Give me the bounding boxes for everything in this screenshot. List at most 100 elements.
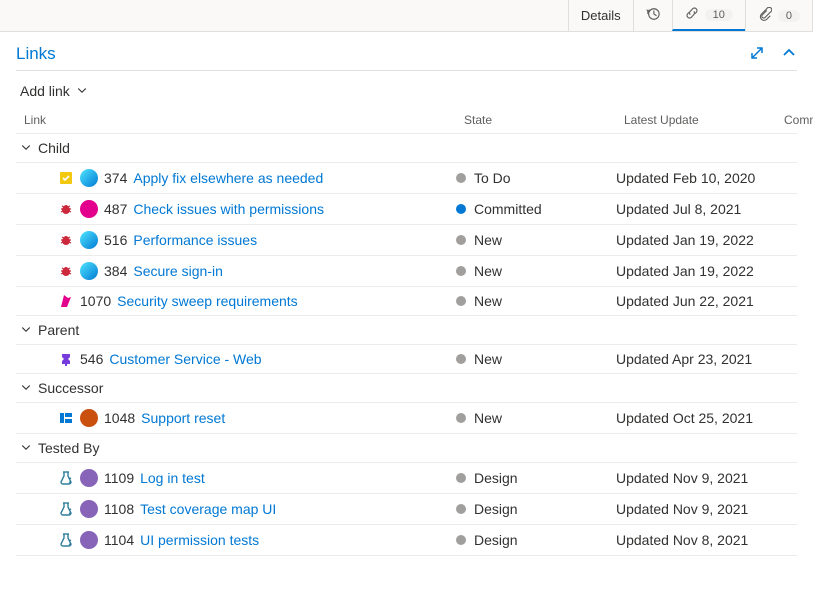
link-row[interactable]: 516 Performance issues New Updated Jan 1…	[16, 225, 797, 256]
test-icon	[58, 501, 74, 517]
link-row[interactable]: 1109 Log in test Design Updated Nov 9, 2…	[16, 463, 797, 494]
bug-icon	[58, 232, 74, 248]
avatar	[80, 169, 98, 187]
work-item-id: 1108	[104, 501, 134, 517]
state-cell: New	[456, 410, 616, 426]
group-name: Child	[38, 140, 70, 156]
group-name: Tested By	[38, 440, 99, 456]
state-cell: New	[456, 293, 616, 309]
work-item-title[interactable]: Check issues with permissions	[133, 201, 324, 217]
state-dot-icon	[456, 354, 466, 364]
link-row[interactable]: 384 Secure sign-in New Updated Jan 19, 2…	[16, 256, 797, 287]
link-row[interactable]: 1104 UI permission tests Design Updated …	[16, 525, 797, 556]
link-cell: 1104 UI permission tests	[16, 531, 456, 549]
link-row[interactable]: 1108 Test coverage map UI Design Updated…	[16, 494, 797, 525]
work-item-title[interactable]: Test coverage map UI	[140, 501, 276, 517]
state-label: New	[474, 351, 502, 367]
link-row[interactable]: 1070 Security sweep requirements New Upd…	[16, 287, 797, 316]
update-cell: Updated Feb 10, 2020	[616, 170, 776, 186]
avatar	[80, 409, 98, 427]
group-header[interactable]: Successor	[16, 374, 797, 403]
requirement-icon	[58, 293, 74, 309]
expand-icon[interactable]	[749, 45, 765, 64]
tab-bar: Details 10 0	[0, 0, 813, 32]
link-cell: 1109 Log in test	[16, 469, 456, 487]
tab-history[interactable]	[633, 0, 672, 31]
state-label: Design	[474, 532, 518, 548]
group-header[interactable]: Parent	[16, 316, 797, 345]
tab-attachments[interactable]: 0	[745, 0, 813, 31]
group-name: Successor	[38, 380, 103, 396]
group-header[interactable]: Child	[16, 134, 797, 163]
group-name: Parent	[38, 322, 79, 338]
work-item-id: 487	[104, 201, 127, 217]
col-update: Latest Update	[624, 113, 784, 127]
state-dot-icon	[456, 296, 466, 306]
state-cell: New	[456, 263, 616, 279]
work-item-title[interactable]: Secure sign-in	[133, 263, 223, 279]
tab-details[interactable]: Details	[568, 0, 633, 31]
tab-links[interactable]: 10	[672, 0, 745, 31]
panel-actions	[749, 45, 797, 64]
add-link-button[interactable]: Add link	[20, 83, 88, 99]
work-item-title[interactable]: UI permission tests	[140, 532, 259, 548]
group-header[interactable]: Tested By	[16, 434, 797, 463]
test-icon	[58, 532, 74, 548]
avatar	[80, 231, 98, 249]
col-state: State	[464, 113, 624, 127]
update-cell: Updated Jan 19, 2022	[616, 263, 776, 279]
state-label: New	[474, 232, 502, 248]
bug-icon	[58, 263, 74, 279]
update-cell: Updated Jul 8, 2021	[616, 201, 776, 217]
work-item-title[interactable]: Security sweep requirements	[117, 293, 298, 309]
tab-details-label: Details	[581, 8, 621, 23]
col-link: Link	[24, 113, 464, 127]
link-icon	[685, 6, 699, 23]
update-cell: Updated Nov 9, 2021	[616, 470, 776, 486]
update-cell: Updated Jun 22, 2021	[616, 293, 776, 309]
epic-icon	[58, 351, 74, 367]
state-label: New	[474, 293, 502, 309]
state-dot-icon	[456, 413, 466, 423]
state-cell: Design	[456, 470, 616, 486]
chevron-down-icon	[76, 83, 88, 99]
link-cell: 1108 Test coverage map UI	[16, 500, 456, 518]
work-item-id: 546	[80, 351, 103, 367]
link-cell: 487 Check issues with permissions	[16, 200, 456, 218]
link-row[interactable]: 487 Check issues with permissions Commit…	[16, 194, 797, 225]
state-label: To Do	[474, 170, 511, 186]
work-item-title[interactable]: Support reset	[141, 410, 225, 426]
update-cell: Updated Oct 25, 2021	[616, 410, 776, 426]
state-cell: Committed	[456, 201, 616, 217]
attachments-count: 0	[778, 10, 800, 22]
work-item-id: 1070	[80, 293, 111, 309]
bug-icon	[58, 201, 74, 217]
link-row[interactable]: 546 Customer Service - Web New Updated A…	[16, 345, 797, 374]
link-cell: 546 Customer Service - Web	[16, 351, 456, 367]
test-icon	[58, 470, 74, 486]
state-cell: New	[456, 351, 616, 367]
work-item-title[interactable]: Customer Service - Web	[109, 351, 261, 367]
link-cell: 1048 Support reset	[16, 409, 456, 427]
state-label: Design	[474, 470, 518, 486]
history-icon	[646, 7, 660, 24]
panel-title: Links	[16, 44, 56, 64]
collapse-icon[interactable]	[781, 45, 797, 64]
work-item-id: 1109	[104, 470, 134, 486]
work-item-id: 1048	[104, 410, 135, 426]
task-icon	[58, 170, 74, 186]
add-link-label: Add link	[20, 83, 70, 99]
state-dot-icon	[456, 204, 466, 214]
link-row[interactable]: 374 Apply fix elsewhere as needed To Do …	[16, 163, 797, 194]
work-item-title[interactable]: Log in test	[140, 470, 205, 486]
work-item-title[interactable]: Apply fix elsewhere as needed	[133, 170, 323, 186]
link-row[interactable]: 1048 Support reset New Updated Oct 25, 2…	[16, 403, 797, 434]
links-count: 10	[705, 9, 733, 21]
state-dot-icon	[456, 504, 466, 514]
link-groups: Child 374 Apply fix elsewhere as needed …	[16, 134, 797, 556]
work-item-title[interactable]: Performance issues	[133, 232, 257, 248]
chevron-down-icon	[20, 322, 32, 338]
panel-header: Links	[16, 44, 797, 71]
link-cell: 516 Performance issues	[16, 231, 456, 249]
chevron-down-icon	[20, 440, 32, 456]
